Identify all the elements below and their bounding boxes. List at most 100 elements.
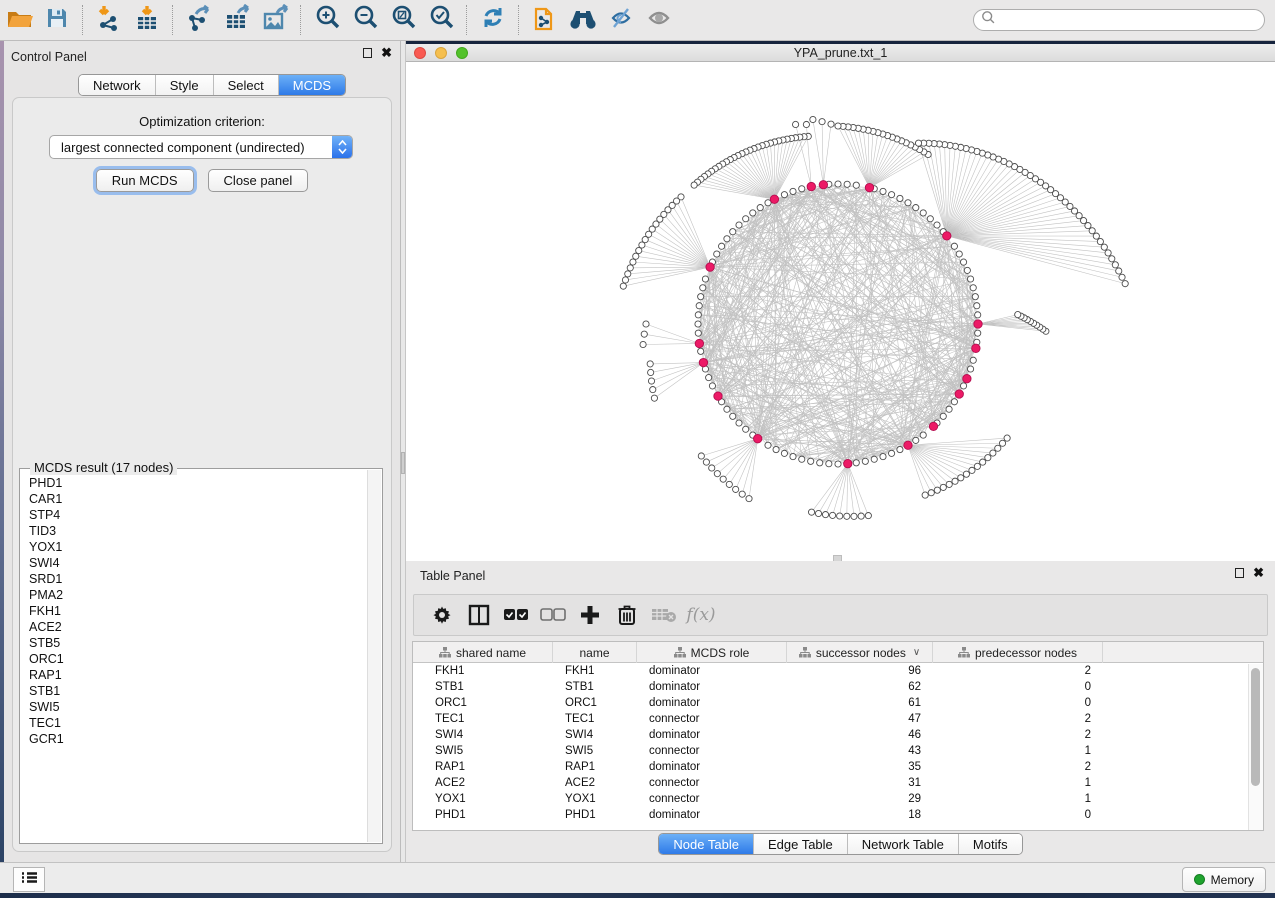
- toolbar-separator: [82, 5, 84, 35]
- column-type-icon: [439, 647, 451, 658]
- close-panel-button[interactable]: Close panel: [208, 169, 309, 192]
- refresh-layout-button[interactable]: [474, 3, 512, 37]
- close-table-panel-icon[interactable]: ✖: [1253, 568, 1264, 578]
- mcds-tab-panel: Optimization criterion: largest connecte…: [12, 97, 392, 852]
- close-panel-icon[interactable]: ✖: [381, 48, 392, 58]
- mcds-result-item[interactable]: PMA2: [29, 587, 368, 603]
- mcds-result-item[interactable]: PHD1: [29, 475, 368, 491]
- table-row[interactable]: FKH1FKH1dominator962: [413, 663, 1263, 679]
- network-canvas[interactable]: [406, 62, 1275, 561]
- table-row[interactable]: STB1STB1dominator620: [413, 679, 1263, 695]
- mcds-result-item[interactable]: TID3: [29, 523, 368, 539]
- export-image-button[interactable]: [256, 3, 294, 37]
- show-graphics-details-button[interactable]: [640, 3, 678, 37]
- mcds-result-item[interactable]: YOX1: [29, 539, 368, 555]
- mcds-result-item[interactable]: RAP1: [29, 667, 368, 683]
- criterion-select[interactable]: largest connected component (undirected): [49, 135, 353, 159]
- refresh-icon: [480, 5, 506, 36]
- export-table-button[interactable]: [218, 3, 256, 37]
- share-document-button[interactable]: [526, 3, 564, 37]
- function-builder-icon[interactable]: f(x): [688, 602, 714, 628]
- table-cell: 29: [787, 793, 933, 805]
- mcds-result-item[interactable]: CAR1: [29, 491, 368, 507]
- search-input[interactable]: [996, 11, 1264, 29]
- float-panel-icon[interactable]: [363, 48, 372, 58]
- toolbar-search[interactable]: [973, 9, 1265, 31]
- table-body: FKH1FKH1dominator962STB1STB1dominator620…: [413, 663, 1263, 823]
- mcds-result-item[interactable]: SWI4: [29, 555, 368, 571]
- column-header-successor-nodes[interactable]: successor nodes∨: [787, 642, 933, 663]
- mcds-result-item[interactable]: FKH1: [29, 603, 368, 619]
- table-cell: dominator: [637, 761, 787, 773]
- mcds-result-item[interactable]: STB5: [29, 635, 368, 651]
- mcds-list-scrollbar[interactable]: [367, 470, 381, 842]
- zoom-in-button[interactable]: [308, 3, 346, 37]
- table-scrollbar-thumb[interactable]: [1251, 668, 1260, 786]
- tab-node-table[interactable]: Node Table: [659, 834, 753, 854]
- settings-gear-icon[interactable]: [429, 602, 455, 628]
- mcds-result-item[interactable]: SWI5: [29, 699, 368, 715]
- network-window-title: YPA_prune.txt_1: [406, 46, 1275, 60]
- open-file-button[interactable]: [0, 3, 38, 37]
- network-window-titlebar[interactable]: YPA_prune.txt_1: [406, 44, 1275, 62]
- mcds-result-item[interactable]: ORC1: [29, 651, 368, 667]
- memory-button[interactable]: Memory: [1182, 867, 1266, 892]
- task-history-button[interactable]: [13, 867, 45, 892]
- table-cell: PHD1: [413, 809, 553, 821]
- tab-motifs[interactable]: Motifs: [958, 834, 1022, 854]
- table-row[interactable]: SWI5SWI5connector431: [413, 743, 1263, 759]
- hide-graphics-details-button[interactable]: [602, 3, 640, 37]
- splitter-grip[interactable]: [401, 452, 405, 474]
- table-row[interactable]: RAP1RAP1dominator352: [413, 759, 1263, 775]
- table-cell: dominator: [637, 729, 787, 741]
- show-columns-icon[interactable]: [466, 602, 492, 628]
- table-row[interactable]: PHD1PHD1dominator180: [413, 807, 1263, 823]
- import-network-button[interactable]: [90, 3, 128, 37]
- mcds-result-item[interactable]: TEC1: [29, 715, 368, 731]
- zoom-in-icon: [314, 4, 341, 36]
- mcds-result-item[interactable]: ACE2: [29, 619, 368, 635]
- add-row-icon[interactable]: [577, 602, 603, 628]
- tab-mcds[interactable]: MCDS: [278, 75, 345, 95]
- search-binoculars-button[interactable]: [564, 3, 602, 37]
- tab-network[interactable]: Network: [79, 75, 155, 95]
- column-header-predecessor-nodes[interactable]: predecessor nodes: [933, 642, 1103, 663]
- table-row[interactable]: YOX1YOX1connector291: [413, 791, 1263, 807]
- column-header-shared-name[interactable]: shared name: [413, 642, 553, 663]
- table-cell: 47: [787, 713, 933, 725]
- memory-status-icon: [1194, 874, 1205, 885]
- zoom-selected-button[interactable]: [422, 3, 460, 37]
- tab-select[interactable]: Select: [213, 75, 278, 95]
- table-cell: PHD1: [553, 809, 637, 821]
- table-row[interactable]: SWI4SWI4dominator462: [413, 727, 1263, 743]
- mcds-result-item[interactable]: STP4: [29, 507, 368, 523]
- memory-label: Memory: [1211, 873, 1254, 887]
- table-row[interactable]: TEC1TEC1connector472: [413, 711, 1263, 727]
- zoom-out-button[interactable]: [346, 3, 384, 37]
- import-table-button[interactable]: [128, 3, 166, 37]
- tab-edge-table[interactable]: Edge Table: [753, 834, 847, 854]
- export-network-button[interactable]: [180, 3, 218, 37]
- network-graph[interactable]: [406, 62, 1275, 561]
- delete-table-icon[interactable]: [651, 602, 677, 628]
- floppy-disk-icon: [45, 6, 69, 35]
- table-row[interactable]: ACE2ACE2connector311: [413, 775, 1263, 791]
- tab-network-table[interactable]: Network Table: [847, 834, 958, 854]
- table-scrollbar[interactable]: [1248, 664, 1263, 830]
- column-header-name[interactable]: name: [553, 642, 637, 663]
- run-mcds-button[interactable]: Run MCDS: [96, 169, 194, 192]
- mcds-result-item[interactable]: STB1: [29, 683, 368, 699]
- column-header-MCDS-role[interactable]: MCDS role: [637, 642, 787, 663]
- table-row[interactable]: ORC1ORC1dominator610: [413, 695, 1263, 711]
- deselect-all-icon[interactable]: [540, 602, 566, 628]
- delete-row-trash-icon[interactable]: [614, 602, 640, 628]
- save-session-button[interactable]: [38, 3, 76, 37]
- export-image-icon: [262, 4, 289, 36]
- float-table-panel-icon[interactable]: [1235, 568, 1244, 578]
- table-cell: dominator: [637, 697, 787, 709]
- zoom-fit-button[interactable]: [384, 3, 422, 37]
- mcds-result-item[interactable]: GCR1: [29, 731, 368, 747]
- tab-style[interactable]: Style: [155, 75, 213, 95]
- mcds-result-item[interactable]: SRD1: [29, 571, 368, 587]
- select-all-icon[interactable]: [503, 602, 529, 628]
